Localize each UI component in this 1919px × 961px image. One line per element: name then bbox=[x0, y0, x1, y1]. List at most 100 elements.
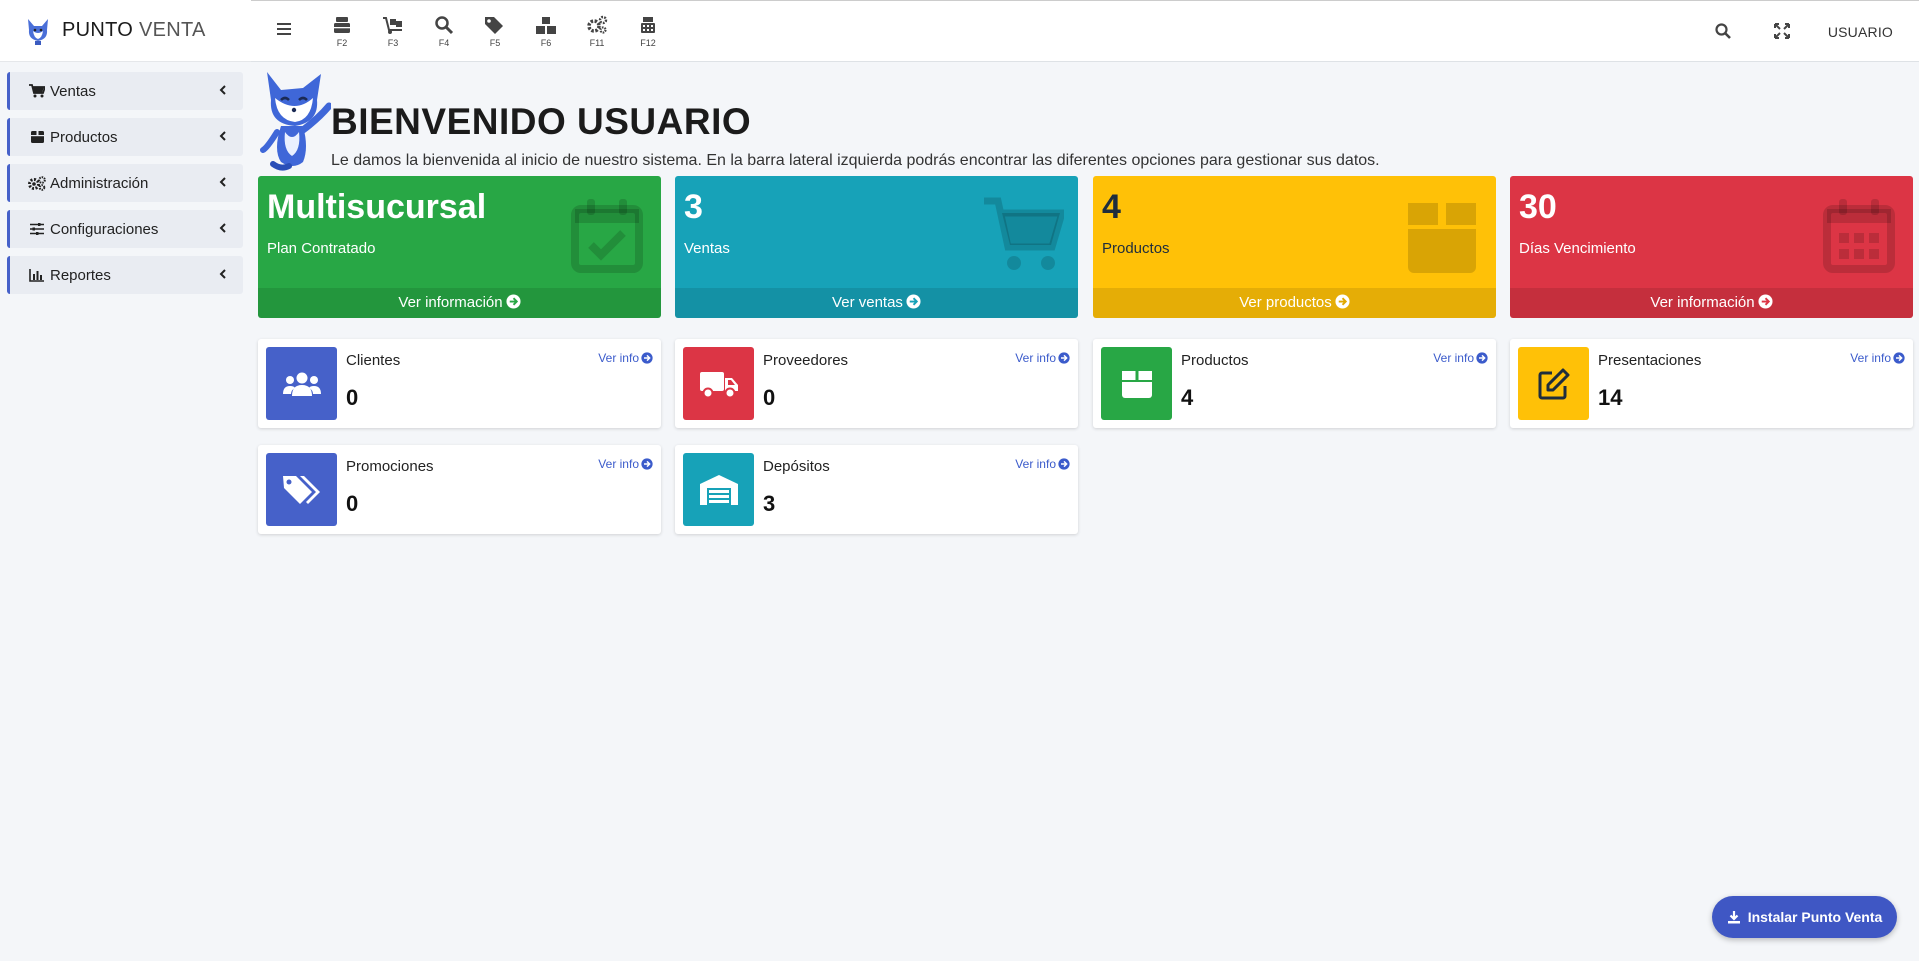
sidebar-item-productos[interactable]: Productos bbox=[7, 118, 243, 156]
truck-icon bbox=[683, 347, 754, 420]
shortcut-f11-button[interactable]: F11 bbox=[582, 15, 612, 48]
hamburger-menu-icon[interactable] bbox=[275, 21, 293, 37]
arrow-circle-right-icon bbox=[641, 458, 653, 470]
ver-info-presentaciones-link[interactable]: Ver info bbox=[1850, 351, 1905, 365]
shortcut-f2-button[interactable]: F2 bbox=[327, 15, 357, 48]
summary-card-label: Días Vencimiento bbox=[1519, 240, 1636, 257]
calendar-check-icon bbox=[571, 199, 643, 273]
summary-card-label: Ventas bbox=[684, 240, 730, 257]
page-title: BIENVENIDO USUARIO bbox=[331, 101, 752, 142]
info-card-link-label: Ver info bbox=[598, 351, 639, 365]
ver-info-productos-link[interactable]: Ver info bbox=[1433, 351, 1488, 365]
info-card-productos: Productos 4 Ver info bbox=[1093, 339, 1496, 428]
search-icon[interactable] bbox=[1714, 22, 1732, 40]
gears-icon bbox=[28, 175, 46, 191]
summary-card-value: 30 bbox=[1519, 188, 1557, 226]
shortcut-key-label: F6 bbox=[540, 38, 552, 48]
shortcut-key-label: F11 bbox=[589, 38, 605, 48]
chart-icon bbox=[28, 267, 46, 283]
info-card-link-label: Ver info bbox=[1015, 457, 1056, 471]
shortcut-key-label: F2 bbox=[336, 38, 348, 48]
shortcut-f4-button[interactable]: F4 bbox=[429, 15, 459, 48]
arrow-circle-right-icon bbox=[1058, 458, 1070, 470]
ver-info-depositos-link[interactable]: Ver info bbox=[1015, 457, 1070, 471]
shortcut-f6-button[interactable]: F6 bbox=[531, 15, 561, 48]
calendar-icon bbox=[1823, 199, 1895, 273]
summary-card-vencimiento: 30 Días Vencimiento Ver información bbox=[1510, 176, 1913, 318]
summary-card-label: Plan Contratado bbox=[267, 240, 376, 257]
arrow-circle-right-icon bbox=[906, 294, 921, 309]
install-app-button[interactable]: Instalar Punto Venta bbox=[1712, 896, 1897, 938]
topbar: F2 F3 F4 F5 F6 F11 F12 USUARIO bbox=[251, 0, 1919, 62]
info-card-link-label: Ver info bbox=[598, 457, 639, 471]
info-card-value: 0 bbox=[763, 385, 776, 410]
info-card-presentaciones: Presentaciones 14 Ver info bbox=[1510, 339, 1913, 428]
info-card-label: Productos bbox=[1181, 352, 1249, 369]
ver-ventas-link[interactable]: Ver ventas bbox=[675, 288, 1078, 318]
sidebar-item-label: Configuraciones bbox=[50, 220, 159, 238]
arrow-circle-right-icon bbox=[506, 294, 521, 309]
info-card-proveedores: Proveedores 0 Ver info bbox=[675, 339, 1078, 428]
box-icon bbox=[1408, 203, 1476, 273]
calculator-icon bbox=[641, 17, 655, 33]
install-app-label: Instalar Punto Venta bbox=[1747, 909, 1883, 925]
ver-info-promociones-link[interactable]: Ver info bbox=[598, 457, 653, 471]
info-card-label: Depósitos bbox=[763, 458, 830, 475]
cart-icon bbox=[984, 197, 1064, 270]
info-card-value: 3 bbox=[763, 491, 776, 516]
sidebar-item-label: Ventas bbox=[50, 82, 96, 100]
fox-mascot-icon bbox=[260, 72, 331, 171]
arrow-circle-right-icon bbox=[1335, 294, 1350, 309]
cart-icon bbox=[28, 83, 46, 99]
chevron-left-icon bbox=[219, 85, 226, 95]
summary-card-ventas: 3 Ventas Ver ventas bbox=[675, 176, 1078, 318]
boxes-icon bbox=[536, 17, 556, 34]
sidebar-item-ventas[interactable]: Ventas bbox=[7, 72, 243, 110]
sidebar-item-administracion[interactable]: Administración bbox=[7, 164, 243, 202]
users-icon bbox=[266, 347, 337, 420]
brand[interactable]: PUNTO VENTA bbox=[0, 0, 251, 62]
arrow-circle-right-icon bbox=[1058, 352, 1070, 364]
warehouse-icon bbox=[683, 453, 754, 526]
info-card-label: Presentaciones bbox=[1598, 352, 1702, 369]
info-card-value: 0 bbox=[346, 491, 359, 516]
summary-card-value: Multisucursal bbox=[267, 188, 487, 226]
arrow-circle-right-icon bbox=[1893, 352, 1905, 364]
info-card-value: 0 bbox=[346, 385, 359, 410]
chevron-left-icon bbox=[219, 223, 226, 233]
summary-card-productos: 4 Productos Ver productos bbox=[1093, 176, 1496, 318]
sidebar: PUNTO VENTA Ventas Productos Administrac… bbox=[0, 0, 251, 961]
summary-card-link-label: Ver información bbox=[1650, 294, 1755, 311]
ver-informacion-plan-link[interactable]: Ver información bbox=[258, 288, 661, 318]
info-card-clientes: Clientes 0 Ver info bbox=[258, 339, 661, 428]
shortcut-f3-button[interactable]: F3 bbox=[378, 15, 408, 48]
summary-card-link-label: Ver ventas bbox=[832, 294, 903, 311]
ver-productos-link[interactable]: Ver productos bbox=[1093, 288, 1496, 318]
sidebar-item-configuraciones[interactable]: Configuraciones bbox=[7, 210, 243, 248]
fullscreen-icon[interactable] bbox=[1773, 22, 1791, 40]
sidebar-item-label: Productos bbox=[50, 128, 118, 146]
shortcut-f12-button[interactable]: F12 bbox=[633, 15, 663, 48]
box-icon bbox=[28, 129, 46, 145]
shortcut-f5-button[interactable]: F5 bbox=[480, 15, 510, 48]
summary-card-link-label: Ver productos bbox=[1239, 294, 1332, 311]
info-card-value: 4 bbox=[1181, 385, 1194, 410]
summary-card-value: 3 bbox=[684, 188, 703, 226]
info-card-label: Clientes bbox=[346, 352, 401, 369]
sidebar-item-reportes[interactable]: Reportes bbox=[7, 256, 243, 294]
summary-card-value: 4 bbox=[1102, 188, 1121, 226]
ver-informacion-vencimiento-link[interactable]: Ver información bbox=[1510, 288, 1913, 318]
shortcut-key-label: F4 bbox=[438, 38, 450, 48]
user-menu[interactable]: USUARIO bbox=[1828, 24, 1893, 40]
ver-info-proveedores-link[interactable]: Ver info bbox=[1015, 351, 1070, 365]
download-icon bbox=[1727, 911, 1740, 924]
sidebar-menu: Ventas Productos Administración Configur… bbox=[0, 62, 251, 294]
info-card-promociones: Promociones 0 Ver info bbox=[258, 445, 661, 534]
summary-card-plan: Multisucursal Plan Contratado Ver inform… bbox=[258, 176, 661, 318]
shortcut-key-label: F3 bbox=[387, 38, 399, 48]
box-icon bbox=[1101, 347, 1172, 420]
chevron-left-icon bbox=[219, 177, 226, 187]
summary-card-label: Productos bbox=[1102, 240, 1170, 257]
ver-info-clientes-link[interactable]: Ver info bbox=[598, 351, 653, 365]
tags-icon bbox=[266, 453, 337, 526]
